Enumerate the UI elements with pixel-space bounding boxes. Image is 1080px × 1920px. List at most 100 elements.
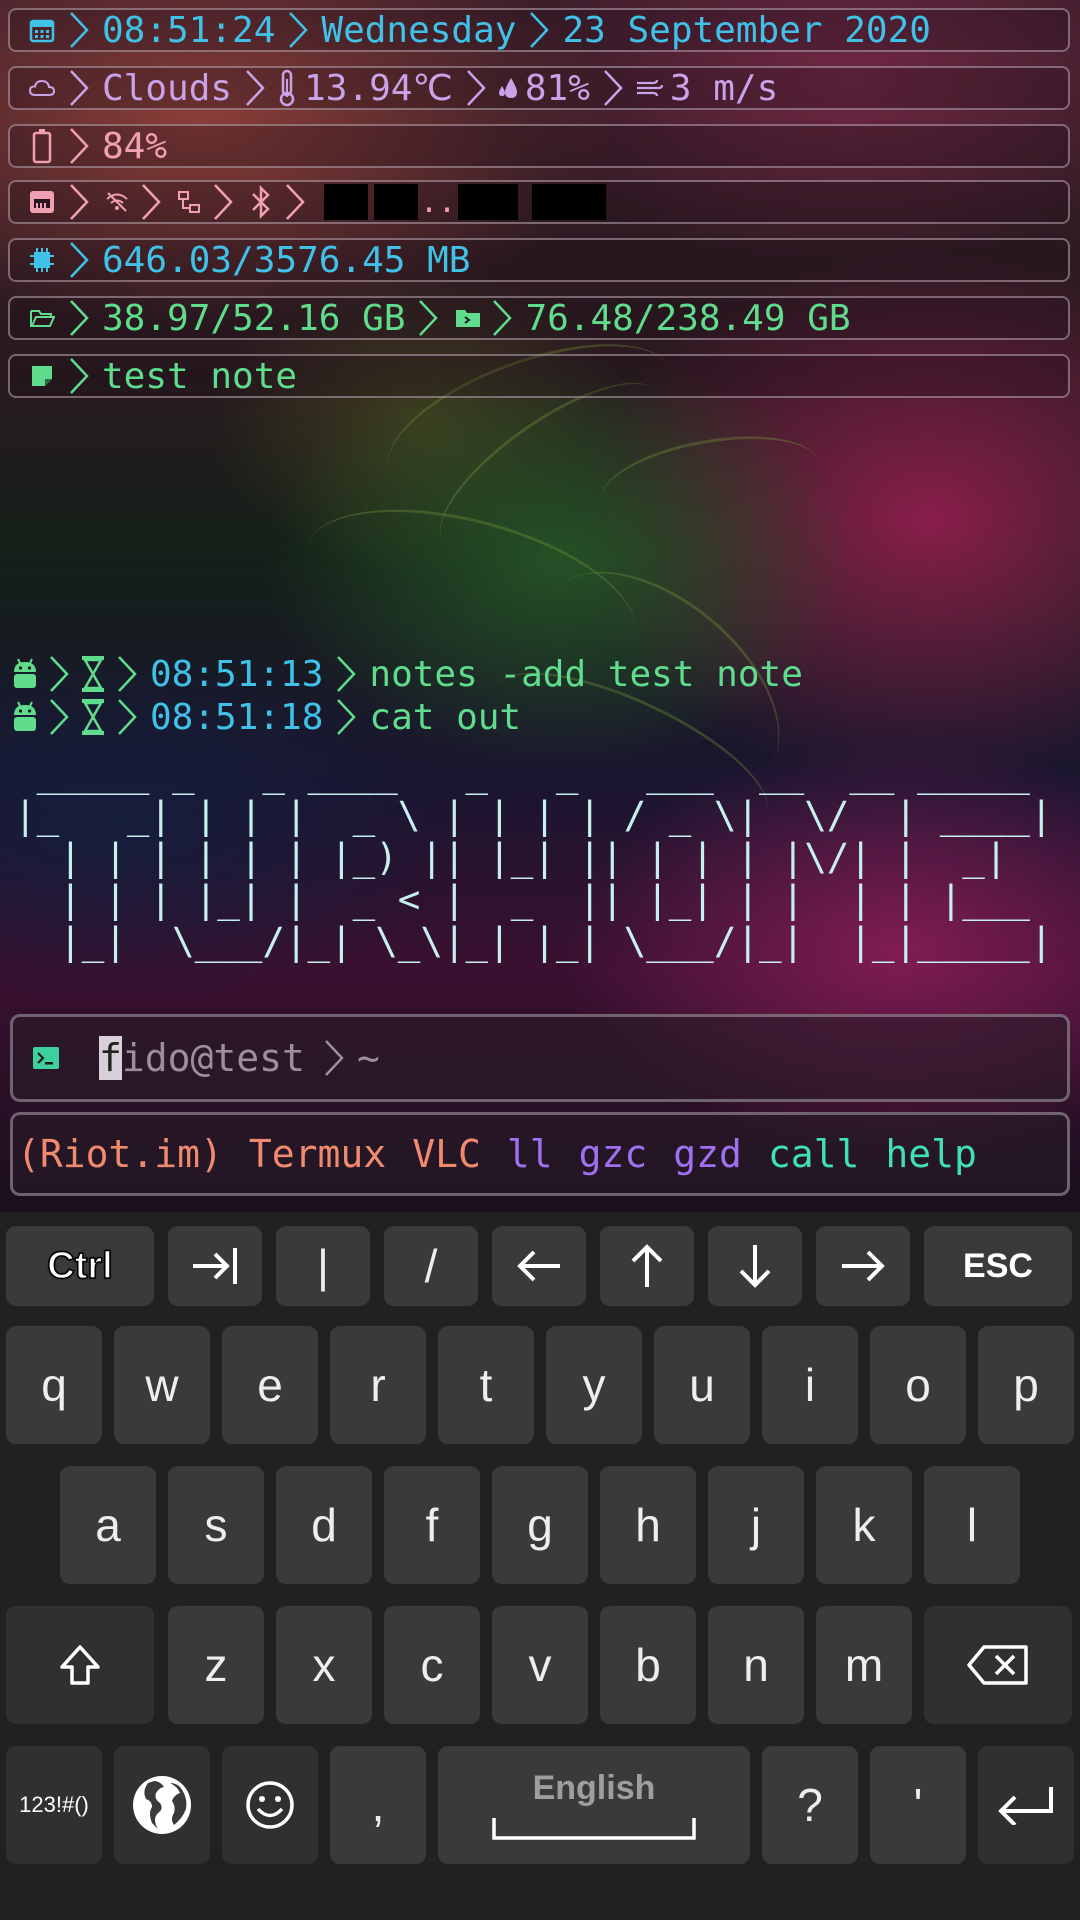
tab-key[interactable] xyxy=(168,1226,262,1306)
slash-key[interactable]: / xyxy=(384,1226,478,1306)
key-d[interactable]: d xyxy=(276,1466,372,1584)
chevron-right-icon xyxy=(66,240,92,280)
esc-key[interactable]: ESC xyxy=(924,1226,1072,1306)
emoji-key[interactable] xyxy=(222,1746,318,1864)
key-c[interactable]: c xyxy=(384,1606,480,1724)
key-r[interactable]: r xyxy=(330,1326,426,1444)
shortcut-help[interactable]: help xyxy=(885,1132,977,1176)
wind-icon xyxy=(632,70,666,106)
text-cursor: f xyxy=(99,1036,122,1080)
key-e[interactable]: e xyxy=(222,1326,318,1444)
lan-icon xyxy=(174,184,204,220)
arrow-up-icon xyxy=(631,1244,663,1287)
shortcut-riot[interactable]: (Riot.im) xyxy=(17,1132,223,1176)
key-i[interactable]: i xyxy=(762,1326,858,1444)
comma-key[interactable]: , xyxy=(330,1746,426,1864)
shortcut-gzd[interactable]: gzd xyxy=(673,1132,742,1176)
android-icon xyxy=(10,654,40,694)
shortcut-termux[interactable]: Termux xyxy=(249,1132,386,1176)
prompt-user: ido@test xyxy=(121,1036,305,1080)
arrow-left-icon xyxy=(517,1250,560,1282)
status-datetime: 08:51:24 Wednesday 23 September 2020 xyxy=(8,8,1070,52)
history-line: 08:51:13 notes -add test note xyxy=(10,652,807,696)
history-time: 08:51:18 xyxy=(150,696,324,738)
key-q[interactable]: q xyxy=(6,1326,102,1444)
enter-icon xyxy=(998,1787,1053,1825)
key-m[interactable]: m xyxy=(816,1606,912,1724)
chevron-right-icon xyxy=(114,654,140,694)
emoji-icon xyxy=(246,1781,294,1829)
key-h[interactable]: h xyxy=(600,1466,696,1584)
battery-level: 84% xyxy=(102,125,168,167)
key-n[interactable]: n xyxy=(708,1606,804,1724)
key-f[interactable]: f xyxy=(384,1466,480,1584)
command-input[interactable]: f ido@test ~ xyxy=(10,1014,1070,1102)
key-o[interactable]: o xyxy=(870,1326,966,1444)
shortcut-ll[interactable]: ll xyxy=(507,1132,553,1176)
key-u[interactable]: u xyxy=(654,1326,750,1444)
chevron-right-icon xyxy=(415,298,441,338)
chevron-right-icon xyxy=(114,697,140,737)
key-a[interactable]: a xyxy=(60,1466,156,1584)
external-storage: 76.48/238.49 GB xyxy=(525,297,851,339)
apostrophe-key[interactable]: ' xyxy=(870,1746,966,1864)
arrow-down-icon xyxy=(739,1245,771,1288)
key-z[interactable]: z xyxy=(168,1606,264,1724)
key-b[interactable]: b xyxy=(600,1606,696,1724)
space-bar-icon xyxy=(492,1817,696,1840)
shortcut-vlc[interactable]: VLC xyxy=(412,1132,481,1176)
chevron-right-icon xyxy=(526,10,552,50)
history-line: 08:51:18 cat out xyxy=(10,695,525,739)
enter-key[interactable] xyxy=(978,1746,1074,1864)
hourglass-icon xyxy=(78,697,108,737)
chevron-right-icon xyxy=(282,182,308,222)
weather-condition: Clouds xyxy=(102,67,233,109)
key-l[interactable]: l xyxy=(924,1466,1020,1584)
space-key[interactable]: English xyxy=(438,1746,750,1864)
chevron-right-icon xyxy=(242,68,268,108)
language-globe-key[interactable] xyxy=(114,1746,210,1864)
arrow-left-key[interactable] xyxy=(492,1226,586,1306)
chevron-right-icon xyxy=(66,10,92,50)
shortcut-call[interactable]: call xyxy=(768,1132,860,1176)
key-k[interactable]: k xyxy=(816,1466,912,1584)
arrow-down-key[interactable] xyxy=(708,1226,802,1306)
status-note: test note xyxy=(8,354,1070,398)
key-v[interactable]: v xyxy=(492,1606,588,1724)
arrow-right-icon xyxy=(842,1250,885,1282)
chevron-right-icon xyxy=(66,298,92,338)
sticky-note-icon xyxy=(24,358,60,394)
history-command: notes -add test note xyxy=(369,653,803,695)
chevron-right-icon xyxy=(333,654,359,694)
ctrl-key[interactable]: Ctrl xyxy=(6,1226,154,1306)
key-y[interactable]: y xyxy=(546,1326,642,1444)
ascii-banner: _____ _ _ ____ _ _ ___ __ __ _____ |_ _|… xyxy=(14,751,1053,963)
chevron-right-icon xyxy=(321,1038,347,1078)
clock-time: 08:51:24 xyxy=(102,9,276,51)
shortcut-gzc[interactable]: gzc xyxy=(579,1132,648,1176)
internal-storage: 38.97/52.16 GB xyxy=(102,297,406,339)
key-g[interactable]: g xyxy=(492,1466,588,1584)
key-w[interactable]: w xyxy=(114,1326,210,1444)
shift-key[interactable] xyxy=(6,1606,154,1724)
arrow-up-key[interactable] xyxy=(600,1226,694,1306)
temperature: 13.94℃ xyxy=(304,67,453,109)
key-j[interactable]: j xyxy=(708,1466,804,1584)
ethernet-icon xyxy=(24,184,60,220)
soft-keyboard: Ctrl | / ESC q w e r t y u i o p a s d f… xyxy=(0,1212,1080,1920)
chevron-right-icon xyxy=(46,697,72,737)
key-x[interactable]: x xyxy=(276,1606,372,1724)
pipe-key[interactable]: | xyxy=(276,1226,370,1306)
question-key[interactable]: ? xyxy=(762,1746,858,1864)
chevron-right-icon xyxy=(489,298,515,338)
backspace-icon xyxy=(967,1645,1028,1685)
backspace-key[interactable] xyxy=(924,1606,1072,1724)
key-s[interactable]: s xyxy=(168,1466,264,1584)
humidity-drop-icon xyxy=(495,70,521,106)
note-text: test note xyxy=(102,355,298,397)
key-p[interactable]: p xyxy=(978,1326,1074,1444)
symbols-key[interactable]: 123!#() xyxy=(6,1746,102,1864)
key-t[interactable]: t xyxy=(438,1326,534,1444)
arrow-right-key[interactable] xyxy=(816,1226,910,1306)
tab-arrow-icon xyxy=(193,1248,237,1284)
